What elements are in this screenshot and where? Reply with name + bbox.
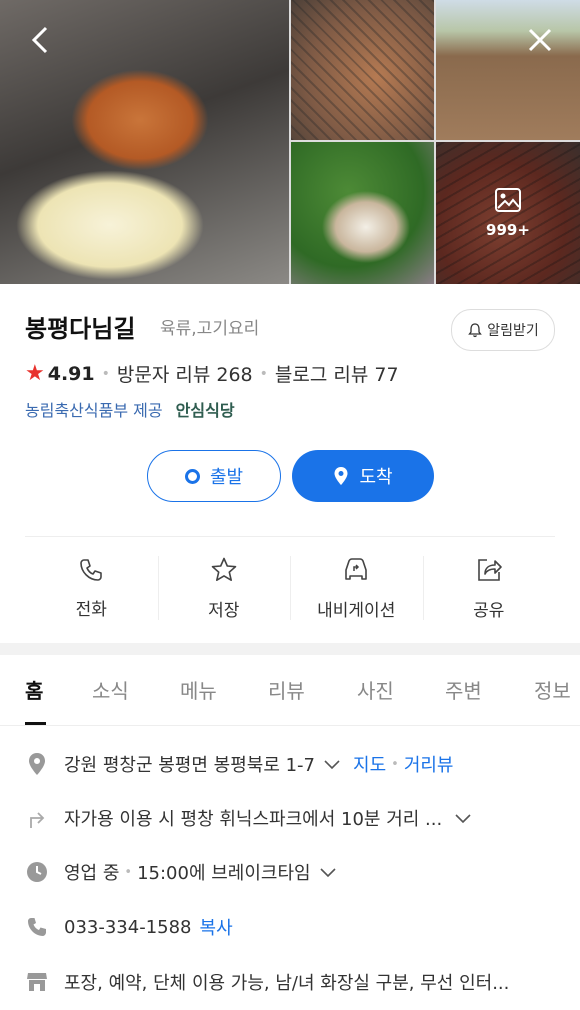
photo-thumbnail[interactable] [291, 0, 434, 140]
notify-button[interactable]: 알림받기 [451, 309, 555, 351]
photo-thumbnail[interactable] [291, 142, 434, 284]
active-tab-indicator [25, 722, 46, 725]
close-button[interactable] [520, 20, 560, 60]
navigation-button[interactable]: 내비게이션 [290, 550, 423, 626]
hours-row: 영업 중 • 15:00에 브레이크타임 [25, 857, 565, 887]
tab-nearby[interactable]: 주변 [445, 675, 482, 704]
tab-home[interactable]: 홈 [25, 675, 43, 704]
notify-label: 알림받기 [487, 323, 539, 339]
map-link[interactable]: 지도 [353, 751, 386, 777]
clock-icon [25, 860, 49, 884]
phone-number[interactable]: 033-334-1588 [64, 917, 192, 938]
phone-icon [80, 558, 103, 581]
image-icon [494, 187, 522, 217]
directions-text: 자가용 이용 시 평창 휘닉스파크에서 10분 거리 ... [64, 809, 443, 830]
start-label: 출발 [209, 467, 244, 488]
chevron-down-icon[interactable] [319, 866, 337, 878]
arrive-route-button[interactable]: 도착 [292, 450, 434, 502]
phone-row: 033-334-1588 복사 [25, 912, 565, 942]
tab-info[interactable]: 정보 [534, 675, 571, 704]
photo-gallery: 999+ [0, 0, 580, 284]
chevron-down-icon[interactable] [454, 812, 472, 824]
start-route-button[interactable]: 출발 [147, 450, 281, 502]
tab-bar: 홈 소식 메뉴 리뷰 사진 주변 정보 [0, 655, 580, 726]
copy-phone-button[interactable]: 복사 [200, 914, 233, 940]
section-separator [0, 643, 580, 655]
visitor-reviews-link[interactable]: 방문자 리뷰 268 [117, 360, 253, 387]
safe-restaurant-badge: 안심식당 [175, 401, 235, 420]
photo-count: 999+ [486, 221, 530, 239]
save-label: 저장 [208, 600, 240, 621]
street-view-link[interactable]: 거리뷰 [404, 751, 454, 777]
call-label: 전화 [75, 599, 107, 620]
origin-icon [184, 468, 200, 484]
provider-row: 농림축산식품부 제공 안심식당 [25, 397, 235, 421]
tab-menu[interactable]: 메뉴 [180, 675, 217, 704]
car-navigation-icon [345, 557, 368, 580]
share-label: 공유 [473, 600, 505, 621]
rating-row: ★ 4.91 • 방문자 리뷰 268 • 블로그 리뷰 77 [25, 360, 399, 387]
separator-dot: • [101, 365, 110, 382]
directions-row: 자가용 이용 시 평창 휘닉스파크에서 10분 거리 ... [25, 803, 565, 833]
amenities-row: 포장, 예약, 단체 이용 가능, 남/녀 화장실 구분, 무선 인터... [25, 967, 565, 997]
action-bar: 전화 저장 내비게이션 공유 [25, 550, 555, 626]
separator-dot: • [124, 864, 133, 880]
amenities-text: 포장, 예약, 단체 이용 가능, 남/녀 화장실 구분, 무선 인터... [64, 973, 510, 994]
rating-score: 4.91 [47, 362, 95, 385]
call-button[interactable]: 전화 [25, 550, 158, 626]
store-icon [25, 970, 49, 994]
back-button[interactable] [20, 20, 60, 60]
tab-photos[interactable]: 사진 [357, 675, 394, 704]
bell-icon [468, 323, 483, 338]
more-photos-button[interactable]: 999+ [436, 142, 580, 284]
phone-icon [25, 915, 49, 939]
separator-dot: • [259, 365, 268, 382]
chevron-down-icon[interactable] [323, 758, 341, 770]
open-status: 영업 중 [64, 863, 120, 884]
place-category: 육류,고기요리 [160, 319, 260, 339]
star-icon: ★ [25, 361, 45, 386]
provider-text: 농림축산식품부 제공 [25, 401, 163, 420]
chevron-left-icon [31, 26, 48, 54]
navigation-label: 내비게이션 [317, 600, 396, 621]
share-icon [477, 558, 502, 581]
break-time: 15:00에 브레이크타임 [137, 863, 311, 884]
arrive-label: 도착 [359, 467, 393, 488]
address-text: 강원 평창군 봉평면 봉평북로 1-7 [64, 755, 316, 776]
address-row: 강원 평창군 봉평면 봉평북로 1-7 지도 • 거리뷰 [25, 749, 565, 779]
place-name: 봉평다님길 [25, 315, 136, 343]
save-button[interactable]: 저장 [157, 550, 291, 626]
tab-reviews[interactable]: 리뷰 [268, 675, 305, 704]
star-outline-icon [211, 557, 237, 581]
location-pin-icon [25, 752, 49, 776]
title-row: 봉평다님길 육류,고기요리 알림받기 [25, 309, 555, 351]
separator-dot: • [391, 756, 399, 772]
turn-arrow-icon [25, 806, 49, 830]
location-pin-icon [334, 467, 348, 485]
share-button[interactable]: 공유 [422, 550, 556, 626]
divider [25, 536, 555, 537]
close-icon [528, 28, 552, 52]
blog-reviews-link[interactable]: 블로그 리뷰 77 [275, 360, 399, 387]
tab-news[interactable]: 소식 [92, 675, 129, 704]
